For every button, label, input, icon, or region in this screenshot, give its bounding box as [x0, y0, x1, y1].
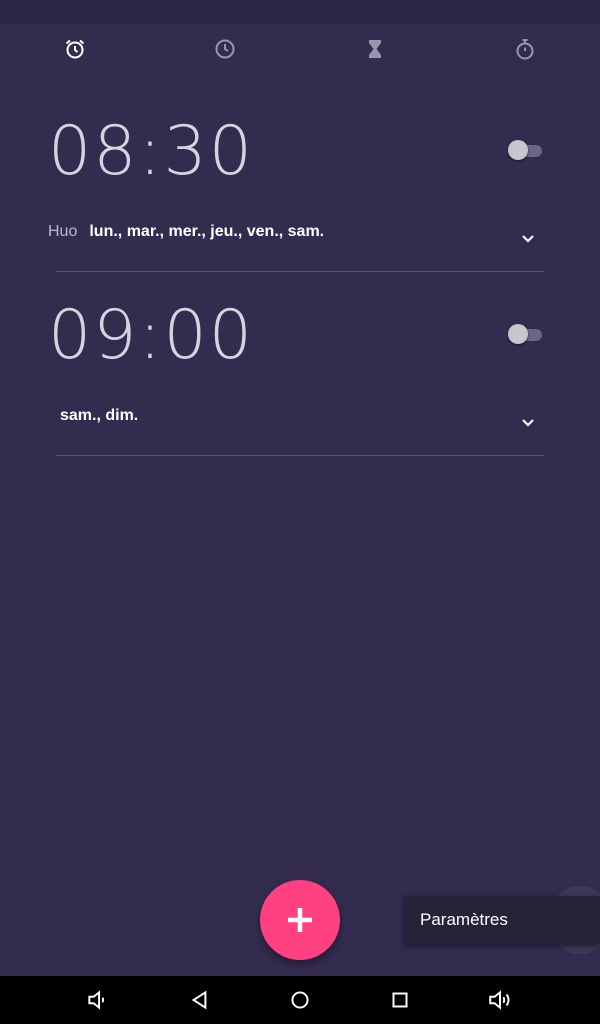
alarm-label: Huo	[48, 223, 78, 240]
chevron-down-icon[interactable]	[516, 226, 540, 250]
alarm-time[interactable]: 08:30	[48, 112, 254, 191]
alarm-time[interactable]: 09:00	[48, 296, 254, 375]
alarm-days: sam., dim.	[60, 407, 139, 424]
alarm-toggle[interactable]	[508, 322, 544, 346]
alarm-repeat-row: sam., dim.	[48, 406, 138, 426]
volume-down-button[interactable]	[74, 976, 122, 1024]
alarm-icon	[65, 39, 85, 59]
menu-item-settings[interactable]: Paramètres	[404, 910, 508, 930]
tab-timer[interactable]	[350, 24, 400, 74]
tab-bar	[0, 24, 600, 74]
alarm-repeat-row: Huo lun., mar., mer., jeu., ven., sam.	[48, 222, 324, 242]
home-button[interactable]	[276, 976, 324, 1024]
recents-icon	[392, 992, 408, 1008]
recents-button[interactable]	[376, 976, 424, 1024]
plus-icon	[288, 908, 312, 932]
home-icon	[291, 991, 309, 1009]
back-button[interactable]	[176, 976, 224, 1024]
timer-hourglass-icon	[369, 40, 381, 58]
tab-clock[interactable]	[200, 24, 250, 74]
divider	[56, 455, 544, 456]
volume-up-button[interactable]	[476, 976, 524, 1024]
tab-stopwatch[interactable]	[500, 24, 550, 74]
alarm-toggle[interactable]	[508, 138, 544, 162]
clock-icon	[215, 39, 235, 59]
alarm-days: lun., mar., mer., jeu., ven., sam.	[89, 223, 325, 240]
stopwatch-icon	[516, 39, 534, 60]
tab-alarm[interactable]	[50, 24, 100, 74]
status-bar	[0, 0, 600, 24]
chevron-down-icon[interactable]	[516, 410, 540, 434]
back-icon	[191, 990, 207, 1010]
navigation-bar	[0, 976, 600, 1024]
add-alarm-button[interactable]	[260, 880, 340, 960]
alarm-item[interactable]: 09:00 sam., dim.	[0, 258, 600, 456]
volume-down-icon	[88, 990, 105, 1010]
alarm-item[interactable]: 08:30 Huo lun., mar., mer., jeu., ven., …	[0, 74, 600, 272]
toggle-thumb	[508, 324, 528, 344]
volume-up-icon	[489, 990, 510, 1010]
overflow-menu: Paramètres	[404, 896, 600, 944]
toggle-thumb	[508, 140, 528, 160]
